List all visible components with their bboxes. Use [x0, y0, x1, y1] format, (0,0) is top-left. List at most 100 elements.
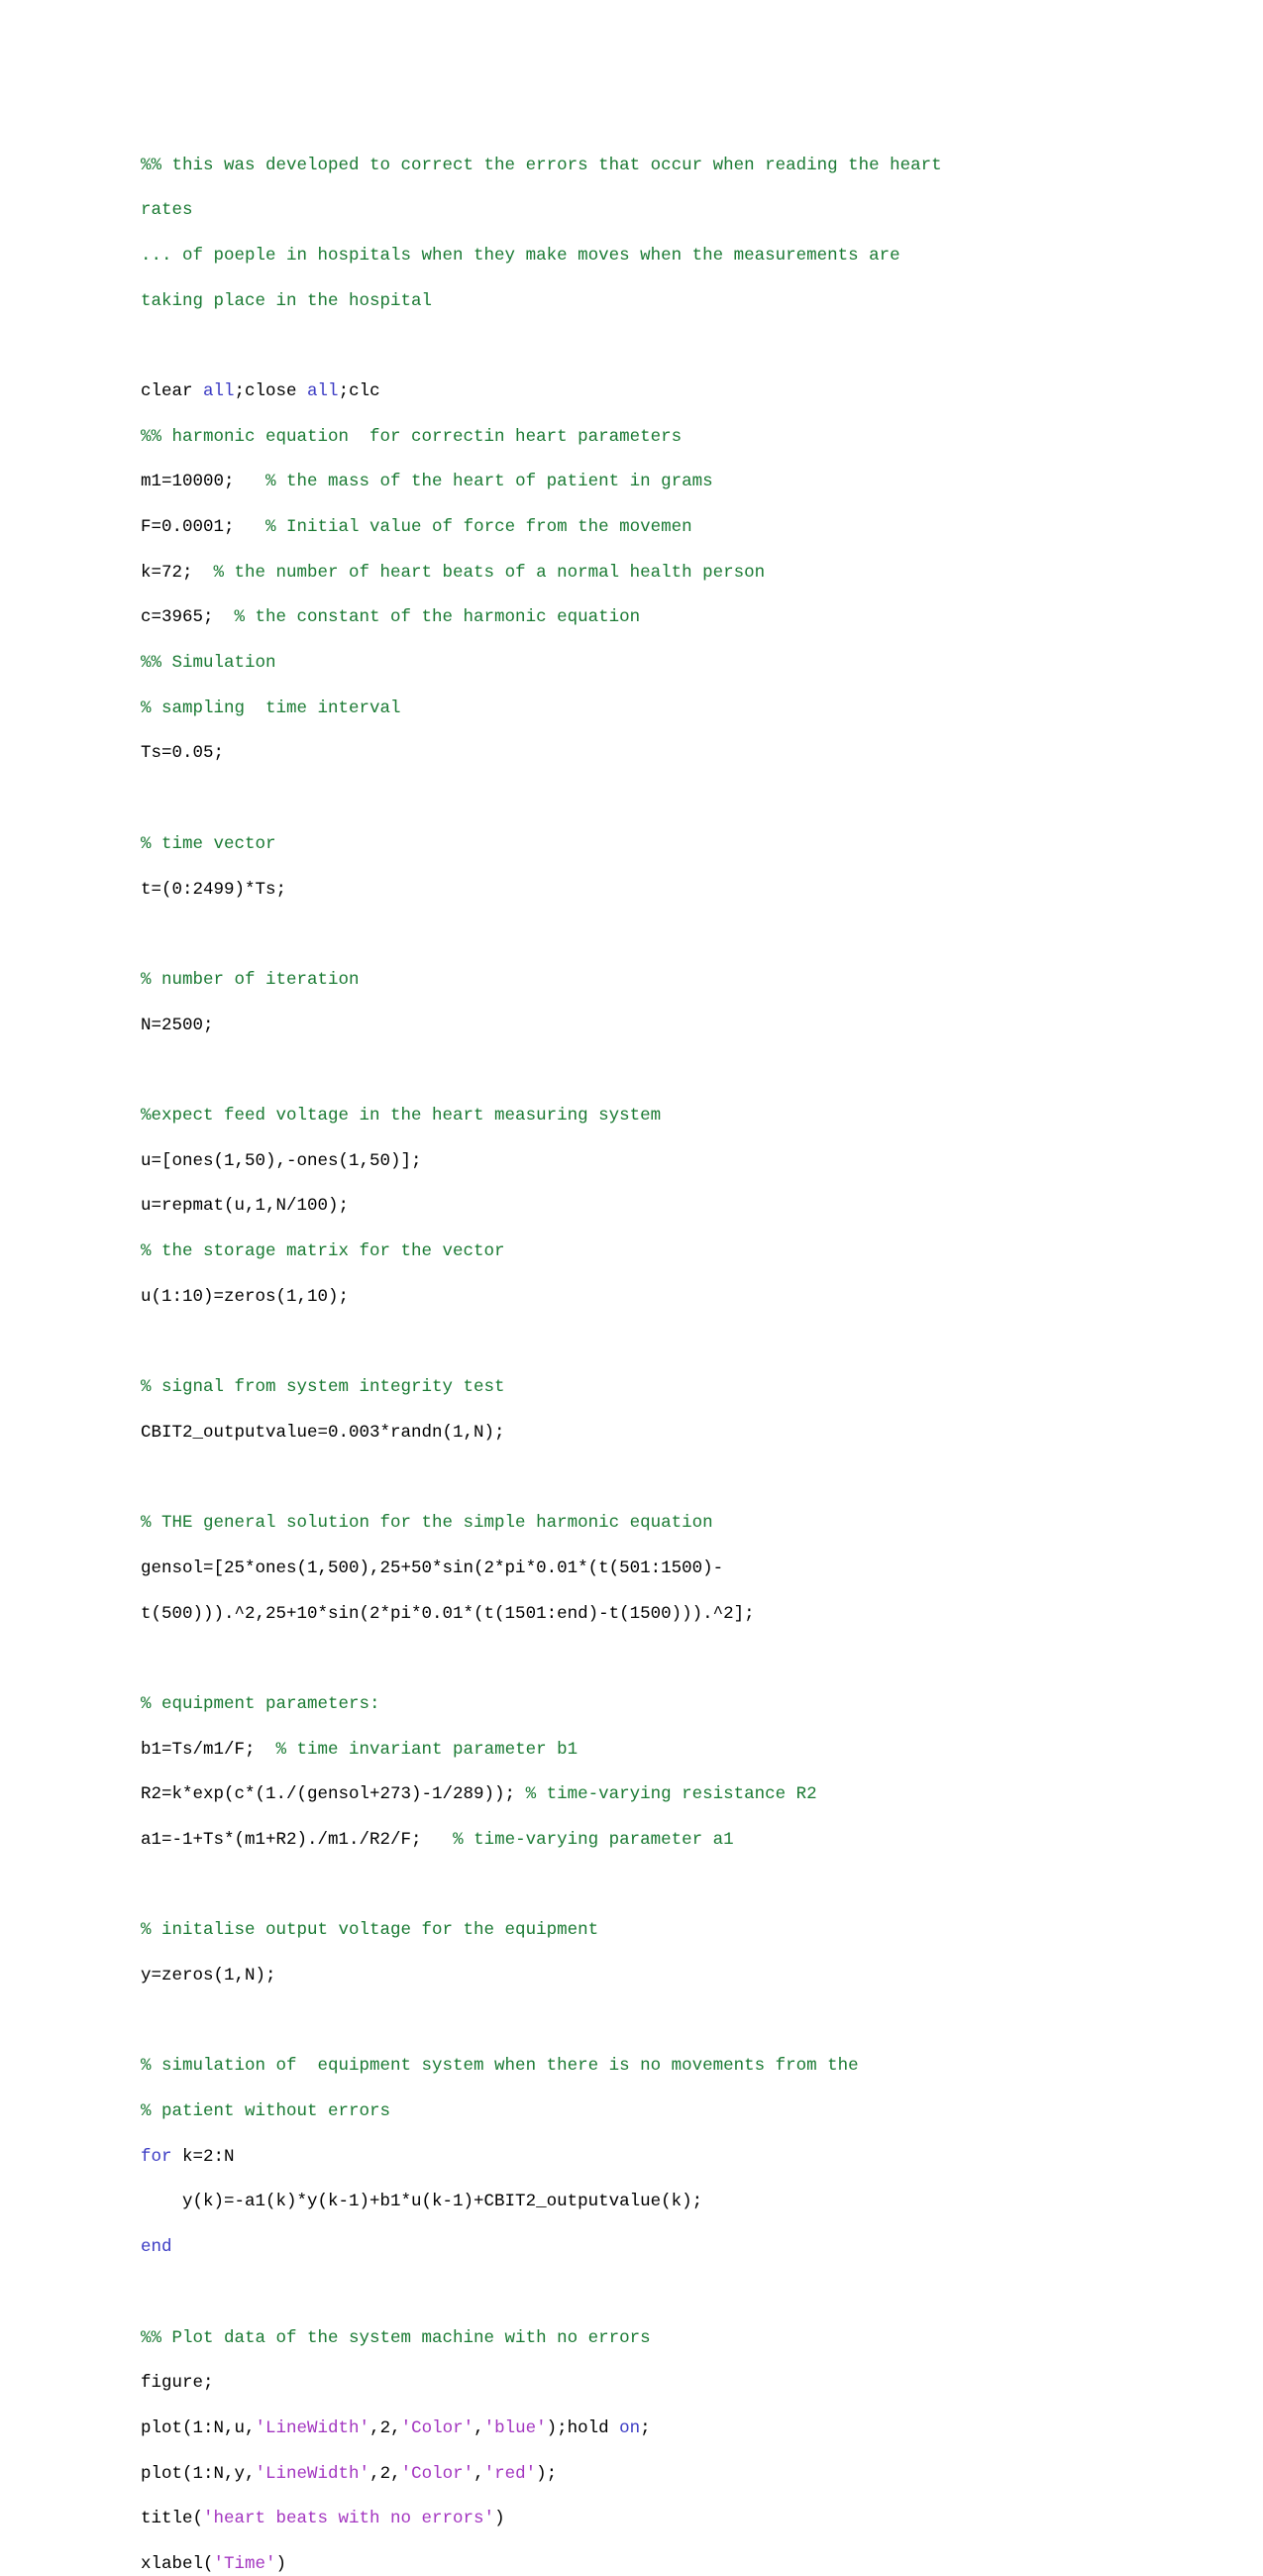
code-token-pln: plot(1:N,y, [141, 2463, 256, 2484]
code-line: % patient without errors [141, 2100, 1131, 2123]
code-token-str: 'LineWidth' [255, 2463, 370, 2484]
code-token-pln: k=2:N [171, 2146, 235, 2167]
code-line: %% Plot data of the system machine with … [141, 2327, 1131, 2350]
code-token-str: 'Time' [213, 2553, 276, 2574]
code-line: %% harmonic equation for correctin heart… [141, 426, 1131, 449]
code-line: y=zeros(1,N); [141, 1965, 1131, 1987]
code-token-kw: end [141, 2237, 172, 2258]
code-token-cmt: % the mass of the heart of patient in gr… [265, 472, 713, 492]
code-token-pln: ) [494, 2509, 505, 2529]
code-line: u(1:10)=zeros(1,10); [141, 1286, 1131, 1309]
code-token-str: 'LineWidth' [255, 2417, 370, 2438]
code-token-pln: Ts=0.05; [141, 743, 225, 764]
code-token-pln: t=(0:2499)*Ts; [141, 879, 287, 900]
code-token-pln: );hold [546, 2417, 620, 2438]
code-line: figure; [141, 2372, 1131, 2395]
code-line: y(k)=-a1(k)*y(k-1)+b1*u(k-1)+CBIT2_outpu… [141, 2191, 1131, 2213]
code-line: clear all;close all;clc [141, 380, 1131, 403]
code-token-pln: N=2500; [141, 1015, 214, 1035]
code-token-cmt: % Initial value of force from the moveme… [265, 517, 692, 537]
code-line: % initalise output voltage for the equip… [141, 1919, 1131, 1942]
code-token-pln: clear [141, 380, 204, 401]
code-token-cmt: % number of iteration [141, 969, 360, 990]
code-token-pln: ) [275, 2553, 287, 2574]
code-line: t(500))).^2,25+10*sin(2*pi*0.01*(t(1501:… [141, 1603, 1131, 1626]
code-token-pln: figure; [141, 2373, 214, 2394]
code-token-str: 'blue' [483, 2417, 547, 2438]
code-line: plot(1:N,y,'LineWidth',2,'Color','red'); [141, 2463, 1131, 2486]
code-line: title('heart beats with no errors') [141, 2508, 1131, 2530]
code-line: rates [141, 199, 1131, 222]
code-token-pln: , [474, 2463, 484, 2484]
code-token-str: 'Color' [400, 2463, 474, 2484]
code-line: % signal from system integrity test [141, 1376, 1131, 1399]
code-line: end [141, 2236, 1131, 2259]
code-token-cmt: % time invariant parameter b1 [275, 1739, 579, 1760]
code-token-cmt: % time vector [141, 833, 276, 854]
code-token-cmt: % equipment parameters: [141, 1693, 380, 1714]
code-token-cmt: %% this was developed to correct the err… [141, 155, 942, 175]
code-line: %expect feed voltage in the heart measur… [141, 1105, 1131, 1127]
code-token-pln: , [474, 2417, 484, 2438]
code-token-pln: plot(1:N,u, [141, 2417, 256, 2438]
code-line: u=[ones(1,50),-ones(1,50)]; [141, 1150, 1131, 1173]
matlab-code-listing: %% this was developed to correct the err… [141, 155, 1131, 2576]
code-token-pln: ); [536, 2463, 558, 2484]
code-line: % sampling time interval [141, 698, 1131, 720]
code-token-cmt: % sampling time interval [141, 698, 401, 718]
code-token-pln: R2=k*exp(c*(1./(gensol+273)-1/289)); [141, 1784, 526, 1805]
code-token-pln: u=repmat(u,1,N/100); [141, 1196, 350, 1217]
code-token-pln: b1=Ts/m1/F; [141, 1739, 276, 1760]
code-line: ... of poeple in hospitals when they mak… [141, 245, 1131, 268]
code-token-str: 'red' [483, 2463, 537, 2484]
code-token-cmt: % THE general solution for the simple ha… [141, 1513, 713, 1534]
code-token-kw: all [203, 380, 235, 401]
code-token-pln: m1=10000; [141, 472, 266, 492]
code-line: for k=2:N [141, 2146, 1131, 2169]
code-token-cmt: % the constant of the harmonic equation [234, 607, 641, 628]
code-token-pln: xlabel( [141, 2553, 214, 2574]
code-token-pln: a1=-1+Ts*(m1+R2)./m1./R2/F; [141, 1829, 454, 1850]
code-token-cmt: taking place in the hospital [141, 290, 433, 311]
code-line: t=(0:2499)*Ts; [141, 879, 1131, 902]
code-line: b1=Ts/m1/F; % time invariant parameter b… [141, 1739, 1131, 1762]
code-token-cmt: % the storage matrix for the vector [141, 1241, 505, 1261]
code-token-cmt: %% harmonic equation for correctin heart… [141, 426, 683, 447]
code-line: % time vector [141, 833, 1131, 856]
code-line: % number of iteration [141, 969, 1131, 992]
code-line: % simulation of equipment system when th… [141, 2055, 1131, 2078]
code-token-pln: t(500))).^2,25+10*sin(2*pi*0.01*(t(1501:… [141, 1603, 755, 1624]
code-token-str: 'heart beats with no errors' [203, 2509, 495, 2529]
code-line: % THE general solution for the simple ha… [141, 1512, 1131, 1535]
code-line: R2=k*exp(c*(1./(gensol+273)-1/289)); % t… [141, 1783, 1131, 1806]
code-token-pln: ,2, [369, 2463, 401, 2484]
code-token-pln: CBIT2_outputvalue=0.003*randn(1,N); [141, 1422, 505, 1443]
code-token-cmt: % patient without errors [141, 2101, 391, 2122]
code-token-cmt: % the number of heart beats of a normal … [213, 562, 766, 583]
code-token-cmt: %% Plot data of the system machine with … [141, 2327, 651, 2348]
code-line: % the storage matrix for the vector [141, 1240, 1131, 1263]
code-token-cmt: % time-varying parameter a1 [453, 1829, 734, 1850]
code-line: Ts=0.05; [141, 742, 1131, 765]
code-token-cmt: % signal from system integrity test [141, 1377, 505, 1398]
code-line: k=72; % the number of heart beats of a n… [141, 562, 1131, 585]
code-token-cmt: % initalise output voltage for the equip… [141, 1920, 599, 1941]
code-line: gensol=[25*ones(1,500),25+50*sin(2*pi*0.… [141, 1557, 1131, 1580]
document-page: %% this was developed to correct the err… [0, 0, 1263, 2574]
code-token-cmt: %% Simulation [141, 653, 276, 674]
code-token-cmt: ... of poeple in hospitals when they mak… [141, 245, 900, 266]
code-token-kw: all [307, 380, 339, 401]
code-token-pln: ;close [234, 380, 308, 401]
code-line: N=2500; [141, 1015, 1131, 1037]
code-line: % equipment parameters: [141, 1693, 1131, 1716]
